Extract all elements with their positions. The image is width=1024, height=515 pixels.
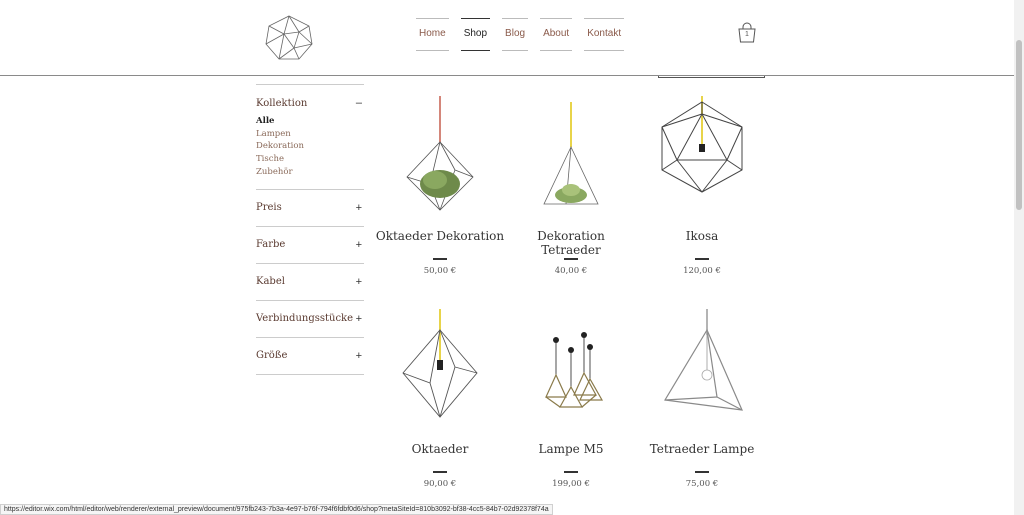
filter-kabel[interactable]: Kabel + xyxy=(256,264,364,301)
filter-verbindungsstuecke[interactable]: Verbindungsstücke + xyxy=(256,301,364,338)
product-card[interactable]: Ikosa 120,00 € xyxy=(637,92,767,282)
product-divider xyxy=(695,258,709,260)
collapse-icon[interactable]: – xyxy=(356,97,364,109)
nav-blog[interactable]: Blog xyxy=(502,18,529,51)
product-name[interactable]: Lampe M5 xyxy=(506,442,636,456)
cart-button[interactable]: 1 xyxy=(737,22,757,44)
product-divider xyxy=(564,471,578,473)
expand-icon[interactable]: + xyxy=(356,202,364,214)
product-price: 75,00 € xyxy=(685,479,719,489)
octahedron-lamp-icon xyxy=(402,309,478,418)
product-card[interactable]: Oktaeder Dekoration 50,00 € xyxy=(375,92,505,282)
nav-home[interactable]: Home xyxy=(416,18,449,51)
product-divider xyxy=(564,258,578,260)
product-name[interactable]: Tetraeder Lampe xyxy=(637,442,767,456)
expand-icon[interactable]: + xyxy=(356,350,364,362)
product-price: 199,00 € xyxy=(552,479,590,489)
product-card[interactable]: Tetraeder Lampe 75,00 € xyxy=(637,305,767,495)
product-card[interactable]: Lampe M5 199,00 € xyxy=(506,305,636,495)
product-name[interactable]: Oktaeder Dekoration xyxy=(375,229,505,243)
expand-icon[interactable]: + xyxy=(356,239,364,251)
product-divider xyxy=(695,471,709,473)
filter-label: Kabel xyxy=(256,276,285,288)
filter-label: Verbindungsstücke xyxy=(256,313,354,325)
product-price: 90,00 € xyxy=(423,479,457,489)
filter-groesse[interactable]: Größe + xyxy=(256,338,364,375)
product-name[interactable]: Oktaeder xyxy=(375,442,505,456)
product-card[interactable]: Dekoration Tetraeder 40,00 € xyxy=(506,92,636,282)
filter-label: Farbe xyxy=(256,239,286,251)
geodesic-logo-icon[interactable] xyxy=(264,14,314,62)
product-name[interactable]: Dekoration Tetraeder xyxy=(506,229,636,257)
collection-item-alle[interactable]: Alle xyxy=(256,115,364,128)
product-divider xyxy=(433,258,447,260)
filter-collection[interactable]: Kollektion – Alle Lampen Dekoration Tisc… xyxy=(256,85,364,190)
filter-label: Preis xyxy=(256,202,282,214)
filter-preis[interactable]: Preis + xyxy=(256,190,364,227)
tetrahedron-lamp-icon xyxy=(664,309,743,411)
expand-icon[interactable]: + xyxy=(356,313,364,325)
collection-item-lampen[interactable]: Lampen xyxy=(256,128,364,141)
collection-item-zubehoer[interactable]: Zubehör xyxy=(256,166,364,179)
browser-status-url: https://editor.wix.com/html/editor/web/r… xyxy=(0,504,553,515)
cart-count: 1 xyxy=(745,31,749,38)
product-name[interactable]: Ikosa xyxy=(637,229,767,243)
expand-icon[interactable]: + xyxy=(356,276,364,288)
octahedron-plant-icon xyxy=(406,96,474,211)
collection-item-dekoration[interactable]: Dekoration xyxy=(256,140,364,153)
filter-label: Größe xyxy=(256,350,288,362)
collection-item-tische[interactable]: Tische xyxy=(256,153,364,166)
product-price: 40,00 € xyxy=(554,266,588,276)
nav-shop[interactable]: Shop xyxy=(460,18,491,51)
tetrahedron-plant-icon xyxy=(543,102,599,205)
nav-kontakt[interactable]: Kontakt xyxy=(584,18,625,51)
filter-sidebar: Kollektion – Alle Lampen Dekoration Tisc… xyxy=(256,84,364,375)
product-price: 120,00 € xyxy=(683,266,721,276)
product-divider xyxy=(433,471,447,473)
page-scrollbar[interactable] xyxy=(1014,0,1024,515)
filter-farbe[interactable]: Farbe + xyxy=(256,227,364,264)
main-nav: Home Shop Blog About Kontakt xyxy=(416,18,625,51)
icosahedron-lamp-icon xyxy=(661,96,743,193)
scrollbar-thumb[interactable] xyxy=(1016,40,1022,210)
nav-about[interactable]: About xyxy=(540,18,573,51)
product-price: 50,00 € xyxy=(423,266,457,276)
product-card[interactable]: Oktaeder 90,00 € xyxy=(375,305,505,495)
site-header: Home Shop Blog About Kontakt 1 xyxy=(0,0,1014,76)
pendant-cluster-icon xyxy=(545,332,604,408)
filter-collection-label: Kollektion xyxy=(256,97,308,109)
